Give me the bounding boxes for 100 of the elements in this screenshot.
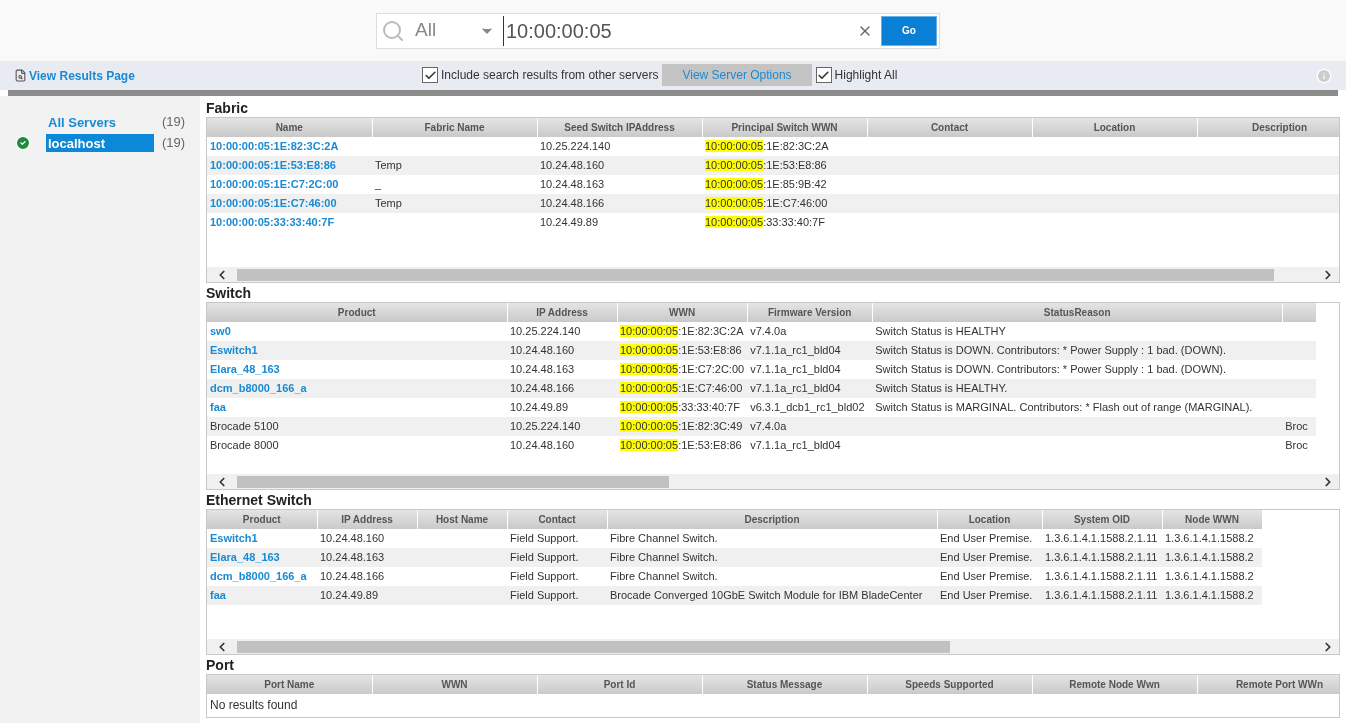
column-header[interactable]: Remote Node Wwn bbox=[1032, 675, 1197, 694]
table-cell: 10.24.48.160 bbox=[317, 529, 417, 548]
table-cell: 10.24.48.163 bbox=[507, 360, 617, 379]
table-cell: 10:00:00:05:1E:53:E8:86 bbox=[617, 436, 748, 455]
table-cell: _ bbox=[372, 175, 537, 194]
table-cell: 1.3.6.1.4.1.1588.2 bbox=[1162, 529, 1262, 548]
checkmark-icon bbox=[817, 68, 831, 82]
table-cell: 10:00:00:05:1E:53:E8:86 bbox=[702, 156, 867, 175]
column-header[interactable]: Port Id bbox=[537, 675, 702, 694]
server-item[interactable]: All Servers bbox=[46, 113, 154, 131]
table-cell: Broc bbox=[1282, 417, 1317, 436]
column-header[interactable]: IP Address bbox=[507, 303, 617, 322]
row-link[interactable]: dcm_b8000_166_a bbox=[210, 382, 307, 395]
table-cell: v7.1.1a_rc1_bld04 bbox=[747, 379, 873, 398]
checkbox[interactable] bbox=[422, 67, 438, 83]
column-header[interactable]: WWN bbox=[617, 303, 748, 322]
table-cell: 1.3.6.1.4.1.1588.2.1.11 bbox=[1042, 567, 1162, 586]
table-cell: 10.25.224.140 bbox=[507, 417, 617, 436]
column-header[interactable]: Name bbox=[207, 118, 372, 137]
column-header[interactable]: Firmware Version bbox=[747, 303, 873, 322]
search-bar[interactable]: All 10:00:00:05 Go bbox=[376, 12, 940, 49]
view-results-link[interactable]: View Results Page bbox=[14, 66, 135, 85]
table-cell: Switch Status is HEALTHY bbox=[872, 322, 1283, 341]
table-cell: End User Premise. bbox=[937, 548, 1042, 567]
table-cell: 1.3.6.1.4.1.1588.2 bbox=[1162, 567, 1262, 586]
row-link[interactable]: 10:00:00:05:33:33:40:7F bbox=[210, 216, 335, 229]
column-header[interactable]: Location bbox=[937, 510, 1042, 529]
search-icon bbox=[381, 18, 405, 43]
server-item[interactable]: localhost bbox=[46, 134, 154, 152]
table-cell: Broc bbox=[1282, 436, 1317, 455]
table-cell: 10.24.48.160 bbox=[507, 341, 617, 360]
go-button[interactable]: Go bbox=[881, 15, 937, 46]
checkbox[interactable] bbox=[815, 67, 832, 83]
table-cell: 10:00:00:05:1E:82:3C:2A bbox=[702, 137, 867, 156]
table-cell: 10.25.224.140 bbox=[507, 322, 617, 341]
table-cell: v7.1.1a_rc1_bld04 bbox=[747, 341, 873, 360]
row-link[interactable]: Eswitch1 bbox=[210, 532, 258, 545]
column-header[interactable]: Contact bbox=[867, 118, 1032, 137]
row-link[interactable]: Eswitch1 bbox=[210, 344, 258, 357]
column-header[interactable]: Port Name bbox=[207, 675, 372, 694]
search-input[interactable]: 10:00:00:05 bbox=[503, 15, 849, 46]
table-cell: v7.4.0a bbox=[747, 417, 873, 436]
column-header[interactable]: Contact bbox=[507, 510, 607, 529]
checkbox-label[interactable]: Highlight All bbox=[834, 66, 898, 84]
column-header[interactable]: Principal Switch WWN bbox=[702, 118, 867, 137]
search-page-icon[interactable] bbox=[14, 69, 27, 82]
row-link[interactable]: 10:00:00:05:1E:C7:2C:00 bbox=[210, 178, 339, 191]
column-header[interactable]: Product bbox=[207, 303, 507, 322]
table-cell: 10.24.48.160 bbox=[537, 156, 702, 175]
column-header[interactable]: Status Message bbox=[702, 675, 867, 694]
column-header[interactable]: Host Name bbox=[417, 510, 507, 529]
table-cell: Fibre Channel Switch. bbox=[607, 529, 937, 548]
column-header[interactable]: Speeds Supported bbox=[867, 675, 1032, 694]
table-cell: Fibre Channel Switch. bbox=[607, 567, 937, 586]
scrollbar-thumb[interactable] bbox=[237, 475, 669, 488]
column-header[interactable]: Location bbox=[1032, 118, 1197, 137]
table-cell: v7.4.0a bbox=[747, 322, 873, 341]
table-cell: 1.3.6.1.4.1.1588.2 bbox=[1162, 548, 1262, 567]
section-title: Fabric bbox=[205, 100, 249, 117]
row-link[interactable]: 10:00:00:05:1E:53:E8:86 bbox=[210, 159, 336, 172]
table-cell: 10:00:00:05:1E:85:9B:42 bbox=[702, 175, 867, 194]
row-link[interactable]: 10:00:00:05:1E:82:3C:2A bbox=[210, 140, 339, 153]
column-header[interactable]: Description bbox=[607, 510, 937, 529]
row-link[interactable]: Elara_48_163 bbox=[210, 363, 280, 376]
table-cell: Brocade Converged 10GbE Switch Module for IBM BladeCenter bbox=[607, 586, 937, 605]
table-cell: v6.3.1_dcb1_rc1_bld02 bbox=[747, 398, 873, 417]
horizontal-scrollbar[interactable] bbox=[207, 639, 1339, 654]
checkbox-label[interactable]: Include search results from other servers bbox=[441, 66, 659, 84]
section-title: Port bbox=[205, 657, 235, 674]
column-header[interactable]: Remote Port WWn bbox=[1197, 675, 1339, 694]
column-header[interactable]: IP Address bbox=[317, 510, 417, 529]
scope-dropdown[interactable]: All bbox=[409, 16, 479, 45]
column-header[interactable]: Description bbox=[1197, 118, 1339, 137]
column-header[interactable]: Node WWN bbox=[1162, 510, 1262, 529]
table-cell: 10:00:00:05:33:33:40:7F bbox=[702, 213, 867, 232]
column-header[interactable]: Product bbox=[207, 510, 317, 529]
scrollbar-thumb[interactable] bbox=[237, 268, 1274, 281]
table-cell: Brocade 8000 bbox=[207, 436, 507, 455]
column-header[interactable]: Seed Switch IPAddress bbox=[537, 118, 702, 137]
column-header[interactable]: Fabric Name bbox=[372, 118, 537, 137]
table-cell: Switch Status is DOWN. Contributors: * Power Supply : 1 bad. (DOWN). bbox=[872, 360, 1283, 379]
row-link[interactable]: faa bbox=[210, 401, 226, 414]
horizontal-scrollbar[interactable] bbox=[207, 267, 1339, 282]
row-link[interactable]: dcm_b8000_166_a bbox=[210, 570, 307, 583]
section-title: Switch bbox=[205, 285, 253, 302]
row-link[interactable]: faa bbox=[210, 589, 226, 602]
row-link[interactable]: Elara_48_163 bbox=[210, 551, 280, 564]
table-cell: 10:00:00:05:1E:82:3C:49 bbox=[617, 417, 748, 436]
scrollbar-thumb[interactable] bbox=[237, 640, 950, 653]
column-header[interactable]: StatusReason bbox=[872, 303, 1283, 322]
table-cell: Switch Status is MARGINAL. Contributors: * Flash out of range (MARGINAL). bbox=[872, 398, 1283, 417]
row-link[interactable]: 10:00:00:05:1E:C7:46:00 bbox=[210, 197, 337, 210]
table-cell: 10.24.48.166 bbox=[317, 567, 417, 586]
column-header[interactable]: System OID bbox=[1042, 510, 1162, 529]
column-header[interactable]: WWN bbox=[372, 675, 537, 694]
table-cell: Switch Status is HEALTHY. bbox=[872, 379, 1283, 398]
table-cell: Switch Status is DOWN. Contributors: * Power Supply : 1 bad. (DOWN). bbox=[872, 341, 1283, 360]
table-cell: Fibre Channel Switch. bbox=[607, 548, 937, 567]
row-link[interactable]: sw0 bbox=[210, 325, 231, 338]
horizontal-scrollbar[interactable] bbox=[207, 474, 1339, 489]
